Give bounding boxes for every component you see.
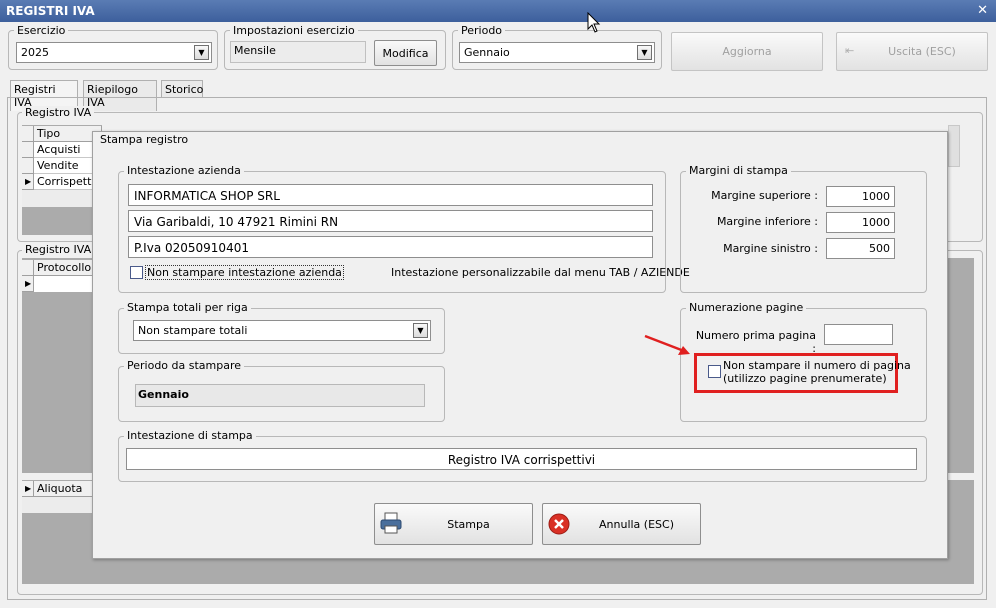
margine-sinistro-input[interactable]: 500	[826, 238, 895, 259]
tab-storico[interactable]: Storico	[161, 80, 203, 98]
dropdown-arrow-icon[interactable]: ▼	[413, 323, 428, 338]
periodo-value: Gennaio	[464, 46, 510, 59]
exit-icon: ⇤	[845, 44, 855, 57]
periodo-select[interactable]: Gennaio ▼	[459, 42, 655, 63]
uscita-button[interactable]: ⇤ Uscita (ESC)	[836, 32, 988, 71]
intestazione-stampa-input[interactable]: Registro IVA corrispettivi	[126, 448, 917, 470]
totali-label: Stampa totali per riga	[124, 301, 251, 314]
margine-inferiore-label: Margine inferiore :	[716, 215, 818, 228]
scrollbar[interactable]	[948, 125, 960, 167]
annulla-label: Annulla (ESC)	[599, 518, 674, 531]
col-aliquota[interactable]: Aliquota	[34, 481, 94, 497]
uscita-label: Uscita (ESC)	[888, 45, 956, 58]
red-arrow-annotation	[644, 334, 690, 355]
periodo-label: Periodo	[458, 24, 506, 37]
dialog-title: Stampa registro	[100, 133, 189, 146]
margini-label: Margini di stampa	[686, 164, 791, 177]
window-title: REGISTRI IVA	[6, 4, 95, 18]
close-icon[interactable]: ✕	[977, 3, 988, 18]
margine-inferiore-input[interactable]: 1000	[826, 212, 895, 233]
impostazioni-label: Impostazioni esercizio	[230, 24, 358, 37]
row-pointer-icon: ▶	[22, 276, 34, 292]
registro-iva-label: Registro IVA	[22, 106, 95, 119]
totali-select[interactable]: Non stampare totali ▼	[133, 320, 431, 341]
totali-value: Non stampare totali	[138, 324, 248, 337]
impostazioni-value: Mensile	[230, 41, 366, 63]
aggiorna-label: Aggiorna	[722, 45, 772, 58]
intestazione-label: Intestazione azienda	[124, 164, 244, 177]
modifica-button[interactable]: Modifica	[374, 40, 437, 66]
annulla-button[interactable]: Annulla (ESC)	[542, 503, 701, 545]
non-stampare-intestazione-checkbox[interactable]	[130, 266, 143, 279]
margine-superiore-label: Margine superiore :	[711, 189, 818, 202]
esercizio-select[interactable]: 2025 ▼	[16, 42, 212, 63]
intestazione-line2-input[interactable]: Via Garibaldi, 10 47921 Rimini RN	[128, 210, 653, 232]
numero-prima-pagina-input[interactable]	[824, 324, 893, 345]
esercizio-label: Esercizio	[14, 24, 69, 37]
non-stampare-numero-checkbox[interactable]	[708, 365, 721, 378]
row-pointer-icon: ▶	[22, 481, 34, 497]
non-stampare-numero-label[interactable]: Non stampare il numero di pagina (utiliz…	[723, 359, 911, 385]
intestazione-hint: Intestazione personalizzabile dal menu T…	[391, 266, 690, 279]
stampa-label: Stampa	[447, 518, 490, 531]
periodo-stampa-value: Gennaio	[135, 384, 425, 407]
col-protocollo[interactable]: Protocollo	[34, 260, 94, 276]
margine-superiore-input[interactable]: 1000	[826, 186, 895, 207]
row-pointer-icon: ▶	[22, 174, 34, 190]
periodo-stampa-label: Periodo da stampare	[124, 359, 245, 372]
esercizio-value: 2025	[21, 46, 49, 59]
aggiorna-button[interactable]: Aggiorna	[671, 32, 823, 71]
margine-sinistro-label: Margine sinistro :	[723, 242, 818, 255]
dropdown-arrow-icon[interactable]: ▼	[637, 45, 652, 60]
intestazione-line3-input[interactable]: P.Iva 02050910401	[128, 236, 653, 258]
intestazione-stampa-label: Intestazione di stampa	[124, 429, 256, 442]
window-titlebar: REGISTRI IVA	[0, 0, 996, 22]
stampa-button[interactable]: Stampa	[374, 503, 533, 545]
non-stampare-intestazione-label[interactable]: Non stampare intestazione azienda	[145, 265, 344, 280]
numerazione-label: Numerazione pagine	[686, 301, 807, 314]
intestazione-line1-input[interactable]: INFORMATICA SHOP SRL	[128, 184, 653, 206]
numero-prima-pagina-label: Numero prima pagina :	[695, 329, 816, 355]
dropdown-arrow-icon[interactable]: ▼	[194, 45, 209, 60]
mouse-cursor-icon	[587, 12, 601, 33]
